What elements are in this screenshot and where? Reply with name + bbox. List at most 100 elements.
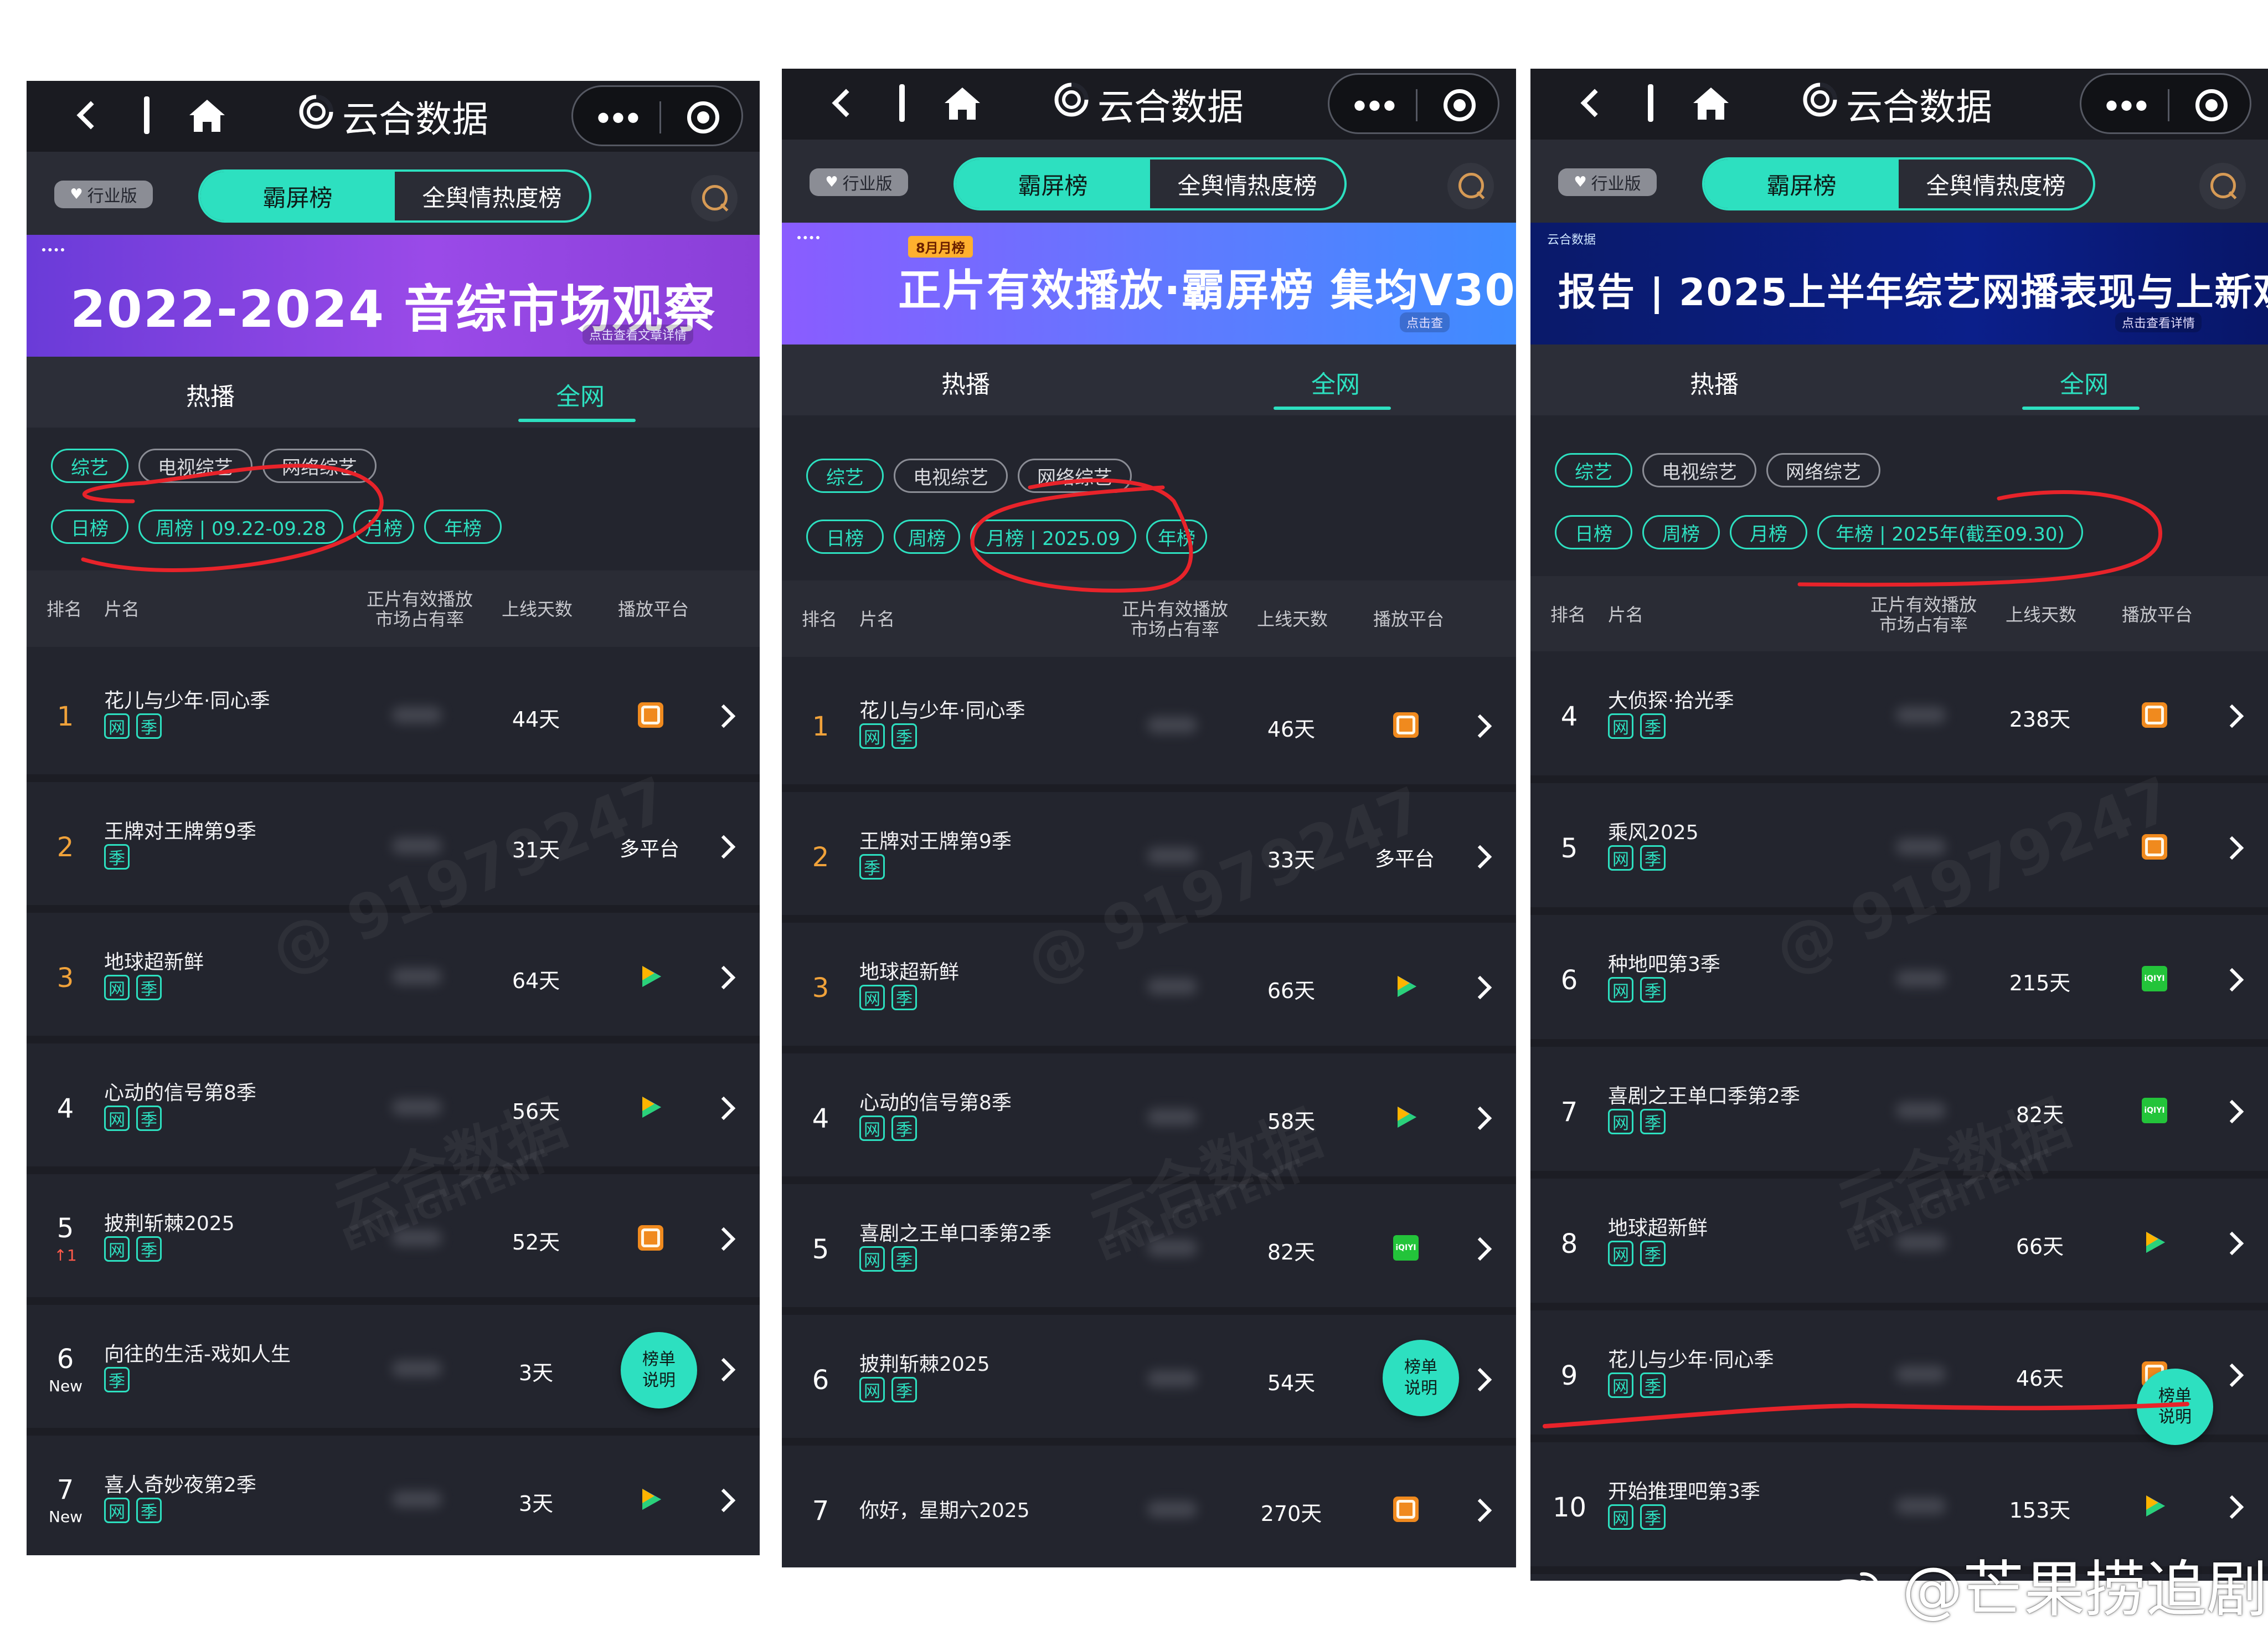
- chevron-right-icon[interactable]: [712, 1227, 736, 1251]
- chip-category-net-variety[interactable]: 网络综艺: [1018, 459, 1132, 493]
- ranking-row[interactable]: 6 种地吧第3季网季 215天 iQIYI: [1530, 915, 2268, 1047]
- chip-period-2[interactable]: 月榜 | 2025.09: [970, 520, 1136, 554]
- chevron-right-icon[interactable]: [2220, 968, 2244, 992]
- ranking-explanation-button[interactable]: 榜单 说明: [2137, 1369, 2213, 1445]
- chevron-right-icon[interactable]: [1468, 1237, 1492, 1261]
- chevron-right-icon[interactable]: [2220, 1363, 2244, 1387]
- ranking-row[interactable]: 1 花儿与少年·同心季网季 46天: [782, 661, 1516, 792]
- chip-period-2[interactable]: 月榜: [1730, 515, 1807, 549]
- tab-all-network[interactable]: 全网: [1311, 364, 1360, 400]
- switch-bapingbang[interactable]: 霸屏榜: [200, 172, 395, 220]
- home-icon[interactable]: [1691, 85, 1731, 122]
- chevron-right-icon[interactable]: [1468, 1106, 1492, 1130]
- ranking-row[interactable]: 3 地球超新鲜网季 66天: [782, 923, 1516, 1053]
- chip-period-0[interactable]: 日榜: [806, 520, 884, 554]
- tab-all-network[interactable]: 全网: [556, 377, 605, 412]
- ranking-row[interactable]: 3 地球超新鲜网季 64天: [27, 913, 760, 1043]
- chevron-right-icon[interactable]: [1468, 714, 1492, 738]
- ranking-row[interactable]: 7 New 喜人奇妙夜第2季网季 3天: [27, 1436, 760, 1555]
- back-icon[interactable]: [1577, 89, 1608, 120]
- chip-category-tv-variety[interactable]: 电视综艺: [894, 459, 1008, 493]
- ranking-row[interactable]: 2 王牌对王牌第9季季 31天 多平台: [27, 782, 760, 913]
- chip-category-variety[interactable]: 综艺: [1555, 453, 1632, 487]
- chip-period-0[interactable]: 日榜: [1555, 515, 1632, 549]
- promo-banner[interactable]: 2022-2024 音综市场观察 点击查看文章详情: [27, 235, 760, 357]
- chevron-right-icon[interactable]: [712, 1358, 736, 1382]
- switch-bapingbang[interactable]: 霸屏榜: [1704, 160, 1899, 208]
- industry-edition-badge[interactable]: ♥ 行业版: [810, 168, 908, 196]
- chip-category-net-variety[interactable]: 网络综艺: [1766, 453, 1880, 487]
- chevron-right-icon[interactable]: [712, 835, 736, 859]
- chevron-right-icon[interactable]: [2220, 1099, 2244, 1124]
- ranking-row[interactable]: 2 王牌对王牌第9季季 33天 多平台: [782, 792, 1516, 923]
- mini-program-capsule[interactable]: ●●●: [2080, 73, 2251, 134]
- more-icon[interactable]: ●●●: [2106, 98, 2151, 111]
- mini-program-capsule[interactable]: ●●●: [571, 85, 743, 146]
- rank-change: New: [49, 1377, 83, 1395]
- search-icon[interactable]: [1447, 163, 1494, 209]
- tab-hot[interactable]: 热播: [941, 364, 990, 400]
- tab-all-network[interactable]: 全网: [2060, 364, 2109, 400]
- chip-category-tv-variety[interactable]: 电视综艺: [138, 449, 252, 483]
- home-icon[interactable]: [942, 85, 982, 122]
- ranking-row[interactable]: 7 喜剧之王单口季第2季网季 82天 iQIYI: [1530, 1047, 2268, 1179]
- tab-hot[interactable]: 热播: [186, 377, 235, 412]
- ranking-row[interactable]: 4 心动的信号第8季网季 56天: [27, 1043, 760, 1174]
- chip-category-variety[interactable]: 综艺: [51, 449, 128, 483]
- chip-period-1[interactable]: 周榜: [894, 520, 960, 554]
- close-target-icon[interactable]: [2195, 89, 2228, 121]
- chevron-right-icon[interactable]: [2220, 1495, 2244, 1519]
- more-icon[interactable]: ●●●: [1354, 98, 1399, 111]
- chevron-right-icon[interactable]: [2220, 836, 2244, 860]
- tab-hot[interactable]: 热播: [1690, 364, 1739, 400]
- chip-period-3[interactable]: 年榜 | 2025年(截至09.30): [1817, 515, 2083, 549]
- ranking-row[interactable]: 5 ↑1 披荆斩棘2025 网季 52天: [27, 1174, 760, 1305]
- chip-category-variety[interactable]: 综艺: [806, 459, 884, 493]
- close-target-icon[interactable]: [687, 101, 719, 133]
- chevron-right-icon[interactable]: [712, 965, 736, 990]
- promo-banner[interactable]: 云合数据 报告 | 2025上半年综艺网播表现与上新观察 点击查看详情: [1530, 223, 2268, 345]
- chip-period-3[interactable]: 年榜: [1146, 520, 1207, 554]
- ranking-row[interactable]: 5 乘风2025 网季: [1530, 783, 2268, 915]
- home-icon[interactable]: [187, 97, 227, 134]
- chip-period-2[interactable]: 月榜: [353, 510, 414, 544]
- ranking-explanation-button[interactable]: 榜单 说明: [1383, 1340, 1459, 1416]
- rank-number: 7: [1560, 1097, 1578, 1128]
- chip-period-1[interactable]: 周榜: [1642, 515, 1720, 549]
- chevron-right-icon[interactable]: [2220, 704, 2244, 728]
- promo-banner[interactable]: 8月月榜 正片有效播放·霸屏榜 集均V30榜 点击查: [782, 223, 1516, 345]
- chevron-right-icon[interactable]: [712, 1488, 736, 1513]
- industry-edition-badge[interactable]: ♥ 行业版: [1558, 168, 1657, 196]
- switch-opinion-heat[interactable]: 全舆情热度榜: [1150, 160, 1344, 208]
- industry-edition-badge[interactable]: ♥ 行业版: [54, 181, 153, 208]
- back-icon[interactable]: [828, 89, 859, 120]
- close-target-icon[interactable]: [1444, 89, 1476, 121]
- ranking-row[interactable]: 4 大侦探·拾光季网季 238天: [1530, 651, 2268, 783]
- switch-opinion-heat[interactable]: 全舆情热度榜: [395, 172, 589, 220]
- chevron-right-icon[interactable]: [2220, 1231, 2244, 1256]
- chip-category-tv-variety[interactable]: 电视综艺: [1642, 453, 1756, 487]
- ranking-row[interactable]: 7 你好，星期六2025 270天: [782, 1446, 1516, 1567]
- ranking-row[interactable]: 1 花儿与少年·同心季网季 44天: [27, 651, 760, 782]
- switch-opinion-heat[interactable]: 全舆情热度榜: [1899, 160, 2093, 208]
- ranking-row[interactable]: 8 地球超新鲜网季 66天: [1530, 1179, 2268, 1310]
- chevron-right-icon[interactable]: [712, 1096, 736, 1120]
- chip-period-1[interactable]: 周榜 | 09.22-09.28: [138, 510, 343, 544]
- more-icon[interactable]: ●●●: [597, 110, 642, 124]
- search-icon[interactable]: [2199, 163, 2246, 209]
- chevron-right-icon[interactable]: [1468, 1367, 1492, 1392]
- chip-category-net-variety[interactable]: 网络综艺: [262, 449, 377, 483]
- chevron-right-icon[interactable]: [1468, 1498, 1492, 1523]
- chevron-right-icon[interactable]: [1468, 975, 1492, 1000]
- chip-period-0[interactable]: 日榜: [51, 510, 128, 544]
- mini-program-capsule[interactable]: ●●●: [1328, 73, 1499, 134]
- ranking-row[interactable]: 5 喜剧之王单口季第2季网季 82天 iQIYI: [782, 1184, 1516, 1315]
- chevron-right-icon[interactable]: [712, 704, 736, 728]
- back-icon[interactable]: [73, 101, 104, 132]
- chevron-right-icon[interactable]: [1468, 845, 1492, 869]
- switch-bapingbang[interactable]: 霸屏榜: [956, 160, 1150, 208]
- search-icon[interactable]: [691, 175, 738, 222]
- chip-period-3[interactable]: 年榜: [424, 510, 502, 544]
- ranking-explanation-button[interactable]: 榜单 说明: [621, 1332, 697, 1408]
- ranking-row[interactable]: 4 心动的信号第8季网季 58天: [782, 1053, 1516, 1184]
